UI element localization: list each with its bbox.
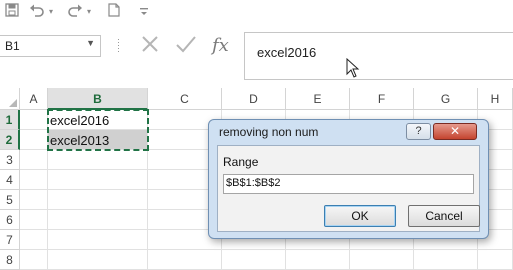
formula-bar: B1 ▼ fx excel2016 [0, 26, 513, 84]
cell-a8[interactable] [20, 250, 48, 270]
row-header-4[interactable]: 4 [0, 170, 20, 190]
cancel-entry-icon[interactable] [140, 34, 160, 60]
redo-dropdown-icon[interactable]: ▾ [85, 3, 93, 21]
range-input[interactable]: $B$1:$B$2 [223, 174, 474, 194]
column-header-b[interactable]: B [48, 88, 148, 110]
range-label: Range [223, 155, 259, 169]
insert-function-button[interactable]: fx [212, 35, 229, 56]
row-header-3[interactable]: 3 [0, 150, 20, 170]
name-box[interactable]: B1 ▼ [0, 35, 101, 57]
cell-f8[interactable] [350, 250, 414, 270]
confirm-entry-icon[interactable] [175, 34, 197, 60]
customize-toolbar-icon[interactable] [138, 3, 150, 21]
formula-input[interactable]: excel2016 [244, 32, 513, 80]
row-header-7[interactable]: 7 [0, 230, 20, 250]
mouse-pointer-icon [346, 57, 360, 81]
cell-h8[interactable] [478, 250, 513, 270]
row-header-5[interactable]: 5 [0, 190, 20, 210]
column-header-c[interactable]: C [148, 88, 222, 110]
cell-g8[interactable] [414, 250, 478, 270]
row-header-8[interactable]: 8 [0, 250, 20, 270]
help-button[interactable]: ? [406, 123, 431, 140]
cell-a5[interactable] [20, 190, 48, 210]
cell-a4[interactable] [20, 170, 48, 190]
cell-b8[interactable] [48, 250, 148, 270]
column-header-e[interactable]: E [286, 88, 350, 110]
dialog-title: removing non num [219, 125, 319, 139]
cell-d8[interactable] [222, 250, 286, 270]
cell-b7[interactable] [48, 230, 148, 250]
name-box-value: B1 [5, 39, 20, 53]
quick-access-toolbar: ▾ ▾ [0, 0, 513, 26]
column-header-a[interactable]: A [20, 88, 48, 110]
dialog-body: Range $B$1:$B$2 OK Cancel [217, 145, 480, 232]
cell-a1[interactable] [20, 110, 48, 130]
column-header-h[interactable]: H [478, 88, 513, 110]
close-button[interactable]: ✕ [433, 123, 477, 140]
formula-bar-grip[interactable] [118, 39, 119, 53]
select-all-triangle-icon [9, 99, 17, 107]
copy-marquee [47, 109, 149, 151]
cell-b3[interactable] [48, 150, 148, 170]
ok-button[interactable]: OK [324, 205, 396, 227]
cell-e8[interactable] [286, 250, 350, 270]
cell-a6[interactable] [20, 210, 48, 230]
cell-b4[interactable] [48, 170, 148, 190]
formula-value: excel2016 [257, 45, 317, 60]
input-dialog: removing non num ? ✕ Range $B$1:$B$2 OK … [208, 119, 489, 239]
cell-c8[interactable] [148, 250, 222, 270]
row-header-1[interactable]: 1 [0, 110, 20, 130]
cell-a3[interactable] [20, 150, 48, 170]
cell-a2[interactable] [20, 130, 48, 150]
cancel-button[interactable]: Cancel [408, 205, 480, 227]
redo-icon[interactable] [66, 3, 84, 21]
cell-b5[interactable] [48, 190, 148, 210]
column-header-f[interactable]: F [350, 88, 414, 110]
row-header-6[interactable]: 6 [0, 210, 20, 230]
row-header-2[interactable]: 2 [0, 130, 20, 150]
chevron-down-icon[interactable]: ▼ [86, 38, 95, 48]
select-all-button[interactable] [0, 88, 20, 110]
undo-dropdown-icon[interactable]: ▾ [47, 3, 55, 21]
save-icon[interactable] [4, 3, 20, 21]
undo-icon[interactable] [28, 3, 46, 21]
column-header-g[interactable]: G [414, 88, 478, 110]
cell-a7[interactable] [20, 230, 48, 250]
new-document-icon[interactable] [107, 3, 121, 21]
cell-b6[interactable] [48, 210, 148, 230]
column-header-d[interactable]: D [222, 88, 286, 110]
